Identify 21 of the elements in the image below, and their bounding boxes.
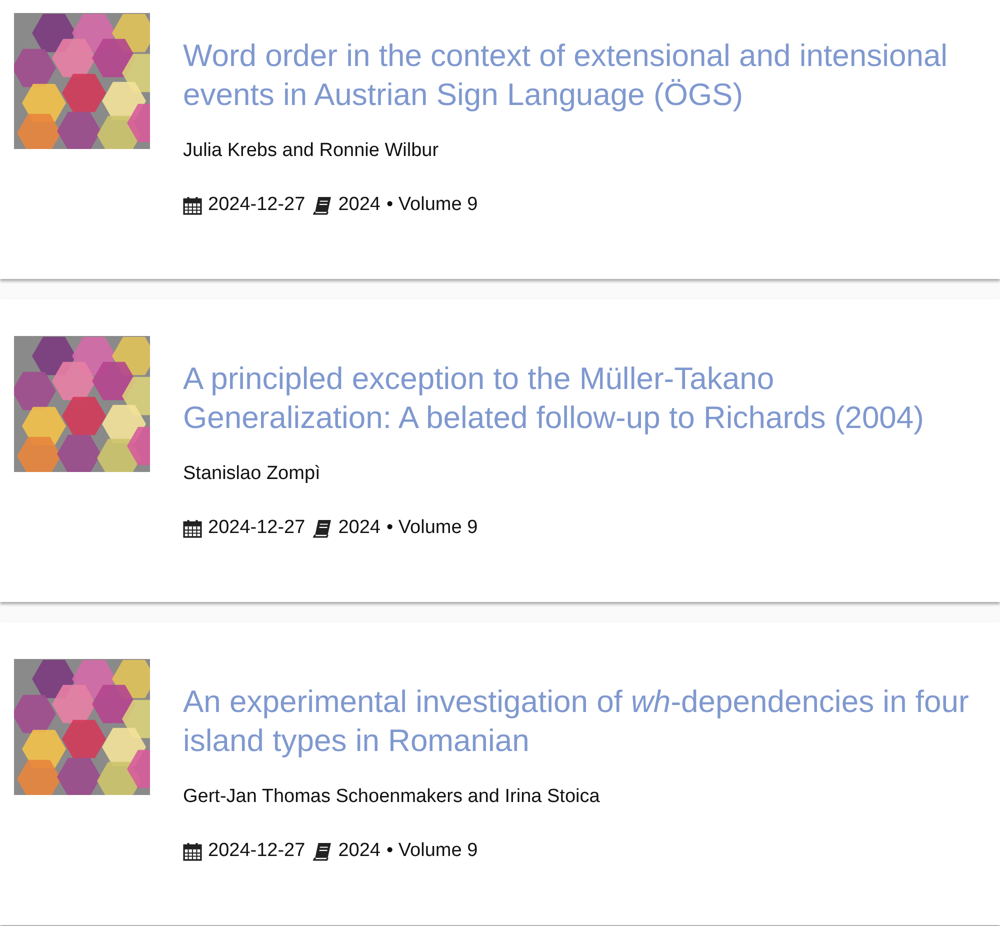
publication-date: 2024-12-27 <box>208 193 306 217</box>
volume-label: • Volume 9 <box>386 839 478 863</box>
issue-year: 2024 <box>338 516 380 540</box>
article-authors: Julia Krebs and Ronnie Wilbur <box>183 139 439 163</box>
publication-date: 2024-12-27 <box>208 516 306 540</box>
volume-label: • Volume 9 <box>386 193 478 217</box>
book-icon <box>313 196 332 214</box>
book-icon <box>313 842 332 860</box>
article-title-link[interactable]: A principled exception to the Müller-Takano Generalization: A belated follow-up to Richards (2004) <box>183 359 990 437</box>
article-title-link[interactable]: An experimental investigation of wh-dependencies in four island types in Romanian <box>183 682 990 760</box>
calendar-icon <box>183 842 202 860</box>
book-icon <box>313 518 332 538</box>
volume-label: • Volume 9 <box>386 516 478 540</box>
article-authors: Gert-Jan Thomas Schoenmakers and Irina Stoica <box>183 785 600 809</box>
publication-date: 2024-12-27 <box>208 839 306 863</box>
issue-year: 2024 <box>338 193 380 217</box>
article-authors: Stanislao Zompì <box>183 462 320 486</box>
article-title-link[interactable]: Word order in the context of extensional and intensional events in Austrian Sign Language (ÖGS) <box>183 36 990 114</box>
calendar-icon <box>183 196 202 214</box>
calendar-icon <box>183 518 202 538</box>
issue-year: 2024 <box>338 839 380 863</box>
